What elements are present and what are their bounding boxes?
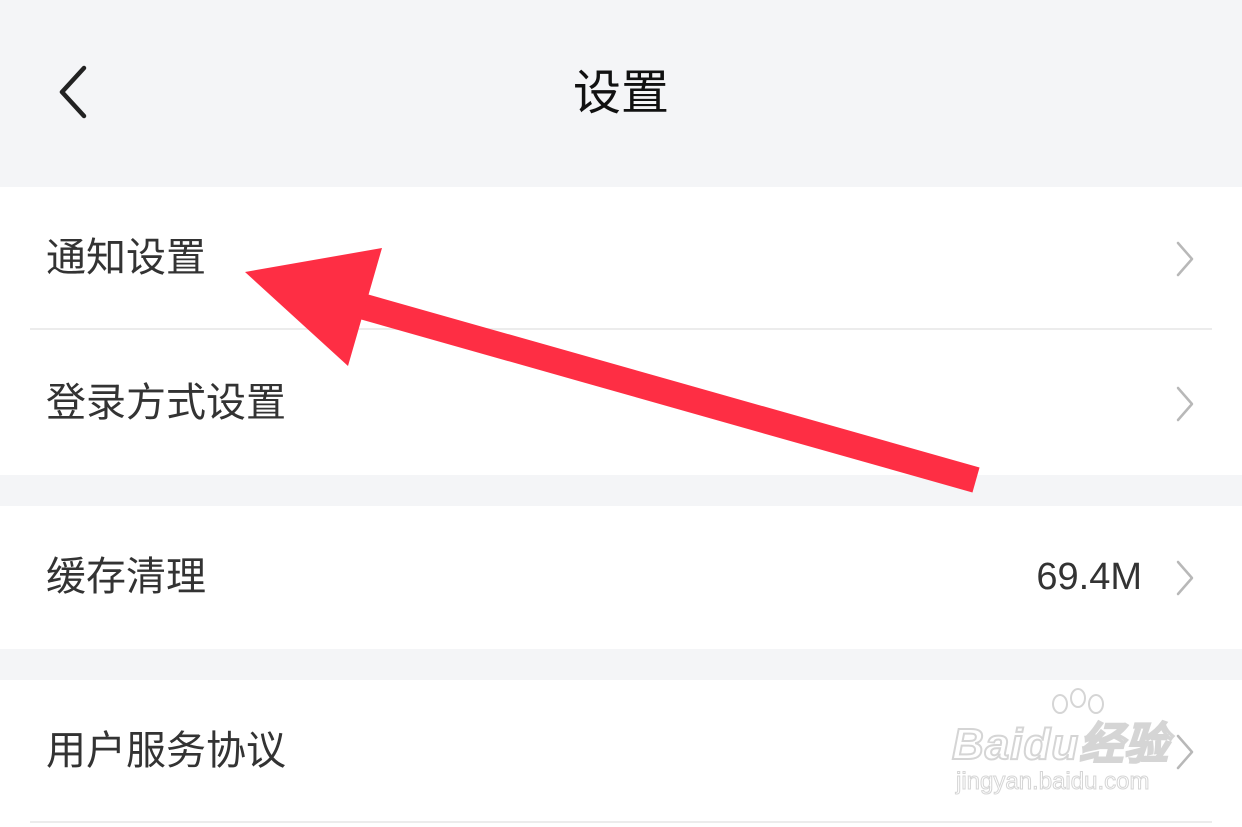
chevron-right-icon	[1176, 560, 1194, 596]
item-label: 缓存清理	[46, 554, 206, 600]
cache-size-value: 69.4M	[1036, 556, 1142, 598]
settings-group-cache: 缓存清理 69.4M	[0, 506, 1242, 649]
clear-cache-item[interactable]: 缓存清理 69.4M	[0, 506, 1242, 649]
settings-group-account: 通知设置 登录方式设置	[0, 187, 1242, 475]
divider	[30, 328, 1212, 330]
item-label: 通知设置	[46, 235, 206, 281]
notification-settings-item[interactable]: 通知设置	[0, 187, 1242, 330]
page-title: 设置	[572, 65, 669, 121]
divider	[30, 821, 1212, 823]
login-method-settings-item[interactable]: 登录方式设置	[0, 332, 1242, 475]
item-label: 登录方式设置	[46, 380, 286, 426]
user-agreement-item[interactable]: 用户服务协议	[0, 680, 1242, 823]
chevron-right-icon	[1176, 386, 1194, 422]
settings-group-legal: 用户服务协议	[0, 680, 1242, 827]
chevron-right-icon	[1176, 241, 1194, 277]
nav-bar: 设置	[0, 0, 1242, 187]
item-label: 用户服务协议	[46, 728, 286, 774]
chevron-right-icon	[1176, 734, 1194, 770]
